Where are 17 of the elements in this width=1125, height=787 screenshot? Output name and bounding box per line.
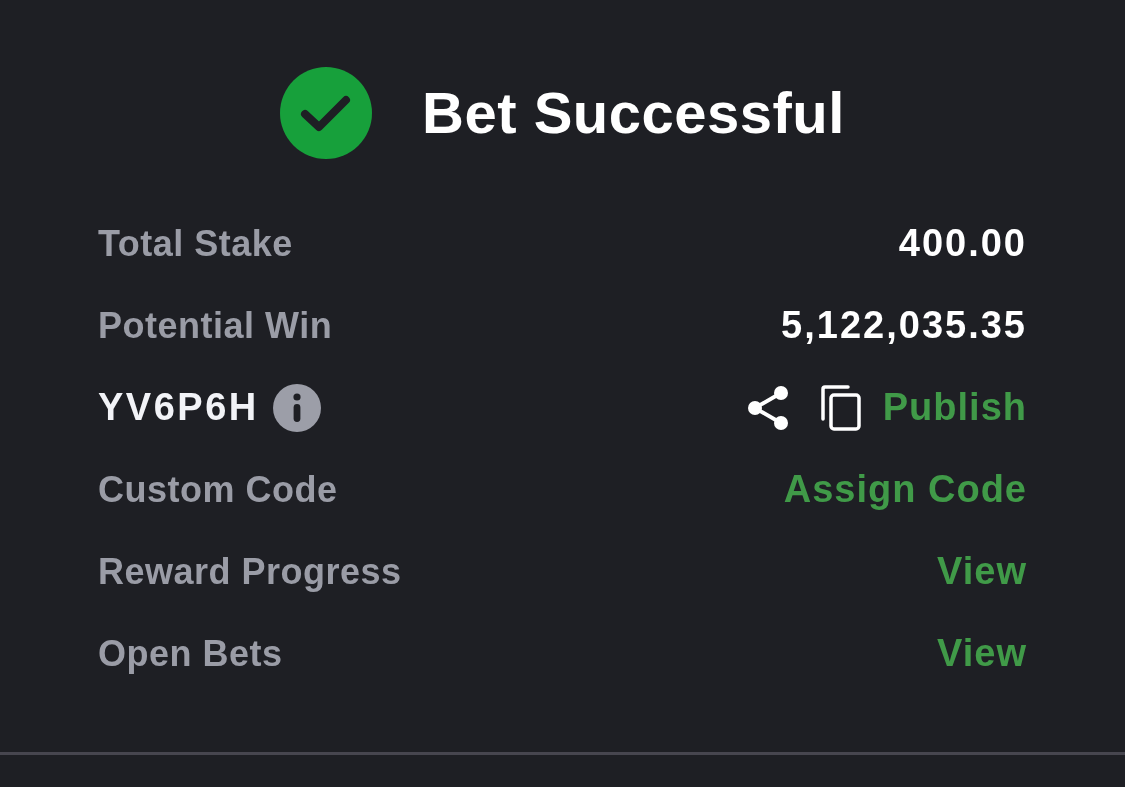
row-link[interactable]: View — [937, 549, 1027, 595]
row-link[interactable]: View — [937, 631, 1027, 677]
row-value: 400.00 — [898, 221, 1027, 267]
checkmark-circle-icon — [280, 67, 373, 159]
success-title: Bet Successful — [422, 81, 845, 145]
copy-icon[interactable] — [820, 385, 861, 431]
row-link[interactable]: Assign Code — [783, 467, 1027, 513]
bet-code: YV6P6H — [98, 385, 259, 431]
row-value: 5,122,035.35 — [781, 303, 1027, 349]
row-label: Total Stake — [98, 222, 293, 266]
share-icon[interactable] — [746, 386, 789, 430]
row-label: Potential Win — [98, 304, 333, 348]
publish-link[interactable]: Publish — [882, 385, 1027, 431]
info-icon[interactable] — [272, 384, 321, 432]
row-label: Open Bets — [98, 632, 283, 676]
row-label: Reward Progress — [98, 550, 402, 594]
row-label: Custom Code — [98, 468, 338, 512]
